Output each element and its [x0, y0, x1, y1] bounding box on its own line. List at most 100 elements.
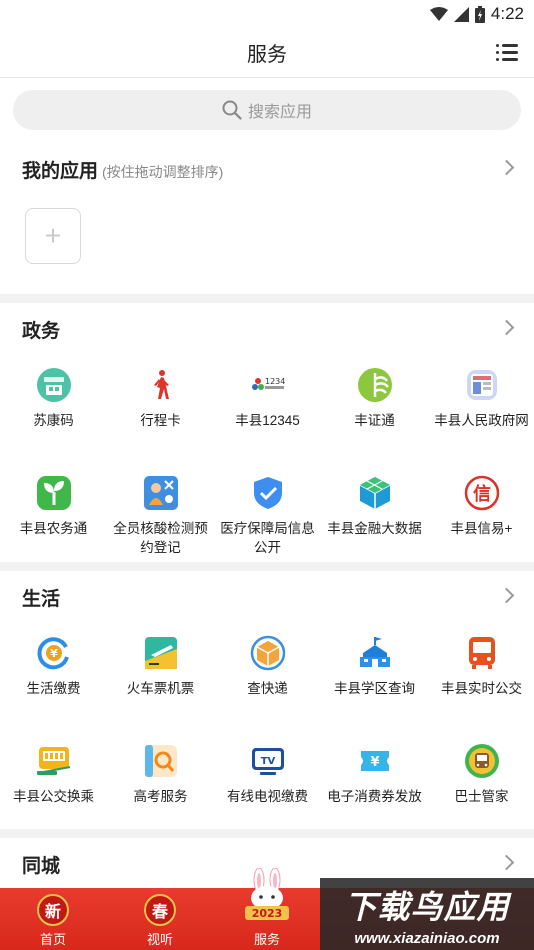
sukang-code-icon: [36, 367, 72, 403]
app-label: 电子消费券发放: [327, 789, 422, 804]
app-label: 丰县农务通: [19, 521, 88, 536]
nucleic-test-icon: [143, 475, 179, 511]
wifi-icon: [429, 7, 448, 21]
section-divider: [0, 829, 534, 838]
app-express-tracking[interactable]: 查快递: [214, 635, 321, 698]
app-school-district[interactable]: 丰县学区查询: [321, 635, 428, 698]
svg-text:¥: ¥: [370, 755, 379, 770]
app-label: 丰县公交换乘: [13, 789, 94, 804]
app-e-coupon[interactable]: ¥ 电子消费券发放: [321, 743, 428, 806]
section-title-shenghuo: 生活: [22, 589, 61, 610]
section-divider: [0, 562, 534, 571]
new-year-badge-icon: 新: [37, 894, 69, 926]
app-label: 生活缴费: [26, 681, 81, 696]
app-label: 丰县12345: [235, 413, 300, 428]
sprout-icon: [36, 475, 72, 511]
search-icon: [222, 100, 242, 120]
chevron-right-icon: [498, 319, 515, 336]
app-label: 丰县人民政府网: [434, 413, 529, 428]
year-badge: 2023: [252, 907, 283, 920]
svg-text:信: 信: [473, 483, 491, 505]
my-apps-hint: (按住拖动调整排序): [102, 164, 224, 180]
app-cable-tv-payment[interactable]: TV 有线电视缴费: [214, 743, 321, 806]
xin-credit-icon: 信: [464, 475, 500, 511]
tv-icon: TV: [250, 743, 286, 779]
app-label: 高考服务: [133, 789, 188, 804]
parcel-box-icon: [250, 635, 286, 671]
app-label: 丰证通: [354, 413, 395, 428]
app-sukang-code[interactable]: 苏康码: [0, 367, 107, 430]
section-title-zhengwu: 政务: [22, 321, 61, 342]
status-time: 4:22: [490, 4, 524, 23]
hotline-12345-icon: 12345: [250, 367, 286, 403]
page-header: 服务: [0, 28, 534, 78]
app-realtime-bus[interactable]: 丰县实时公交: [428, 635, 534, 698]
tab-home[interactable]: 新 首页: [13, 888, 93, 948]
list-menu-button[interactable]: [496, 44, 518, 62]
watermark: 下载鸟应用 www.xiazainiao.com: [320, 878, 534, 950]
app-label: 巴士管家: [454, 789, 509, 804]
tab-media[interactable]: 春 视听: [120, 888, 200, 948]
app-train-flight-tickets[interactable]: 火车票机票: [107, 635, 214, 698]
app-bus-transfer[interactable]: 丰县公交换乘: [0, 743, 107, 806]
watermark-url: www.xiazainiao.com: [354, 930, 500, 947]
bus-card-icon: [36, 743, 72, 779]
tab-label: 视听: [146, 932, 173, 947]
walking-person-icon: [143, 367, 179, 403]
spring-badge-icon: 春: [144, 894, 176, 926]
search-bar[interactable]: 搜索应用: [13, 90, 521, 130]
shenghuo-header[interactable]: 生活: [0, 576, 534, 616]
app-label: 丰县信易+: [450, 521, 513, 536]
app-label: 有线电视缴费: [227, 789, 308, 804]
app-hotline-12345[interactable]: 12345 丰县12345: [214, 367, 321, 430]
app-label: 丰县金融大数据: [327, 521, 422, 536]
cube-data-icon: [357, 475, 393, 511]
my-apps-header[interactable]: 我的应用 (按住拖动调整排序): [0, 148, 534, 188]
yuan-refresh-icon: ¥: [36, 635, 72, 671]
app-label: 丰县实时公交: [441, 681, 522, 696]
app-fengzhengtong[interactable]: 丰证通: [321, 367, 428, 430]
app-gaokao-service[interactable]: 高考服务: [107, 743, 214, 806]
add-app-button[interactable]: +: [25, 208, 81, 264]
app-label: 火车票机票: [126, 681, 195, 696]
app-nucleic-test[interactable]: 全员核酸检测预约登记: [107, 475, 214, 557]
app-gov-website[interactable]: 丰县人民政府网: [428, 367, 534, 430]
tab-label: 服务: [253, 932, 280, 947]
section-title-tongcheng: 同城: [22, 856, 61, 877]
chevron-right-icon: [498, 587, 515, 604]
rabbit-2023-icon: 2023: [245, 868, 289, 920]
my-apps-title: 我的应用 (按住拖动调整排序): [22, 161, 224, 182]
gov-website-icon: [464, 367, 500, 403]
leaf-globe-icon: [357, 367, 393, 403]
app-label: 全员核酸检测预约登记: [113, 521, 208, 555]
app-finance-bigdata[interactable]: 丰县金融大数据: [321, 475, 428, 538]
search-placeholder: 搜索应用: [247, 104, 312, 121]
svg-text:TV: TV: [260, 756, 275, 767]
battery-icon: [474, 5, 485, 23]
page-title: 服务: [247, 44, 287, 66]
status-bar: 4:22: [0, 0, 534, 28]
section-divider: [0, 294, 534, 303]
bus-butler-icon: [464, 743, 500, 779]
app-medical-insurance[interactable]: 医疗保障局信息公开: [214, 475, 321, 557]
app-label: 行程卡: [140, 413, 181, 428]
app-agri-service[interactable]: 丰县农务通: [0, 475, 107, 538]
svg-text:12345: 12345: [265, 377, 286, 386]
signal-icon: [453, 6, 469, 22]
chevron-right-icon: [498, 159, 515, 176]
plane-ticket-icon: [143, 635, 179, 671]
app-label: 苏康码: [33, 413, 74, 428]
app-label: 丰县学区查询: [334, 681, 415, 696]
bus-icon: [464, 635, 500, 671]
app-xin-credit[interactable]: 信 丰县信易+: [428, 475, 534, 538]
svg-text:¥: ¥: [50, 647, 58, 660]
shield-check-icon: [250, 475, 286, 511]
zhengwu-header[interactable]: 政务: [0, 308, 534, 348]
watermark-title: 下载鸟应用: [344, 889, 510, 925]
app-utility-payment[interactable]: ¥ 生活缴费: [0, 635, 107, 698]
app-itinerary-card[interactable]: 行程卡: [107, 367, 214, 430]
tab-label: 首页: [39, 932, 66, 947]
app-label: 医疗保障局信息公开: [220, 521, 315, 555]
coupon-icon: ¥: [357, 743, 393, 779]
app-bus-butler[interactable]: 巴士管家: [428, 743, 534, 806]
